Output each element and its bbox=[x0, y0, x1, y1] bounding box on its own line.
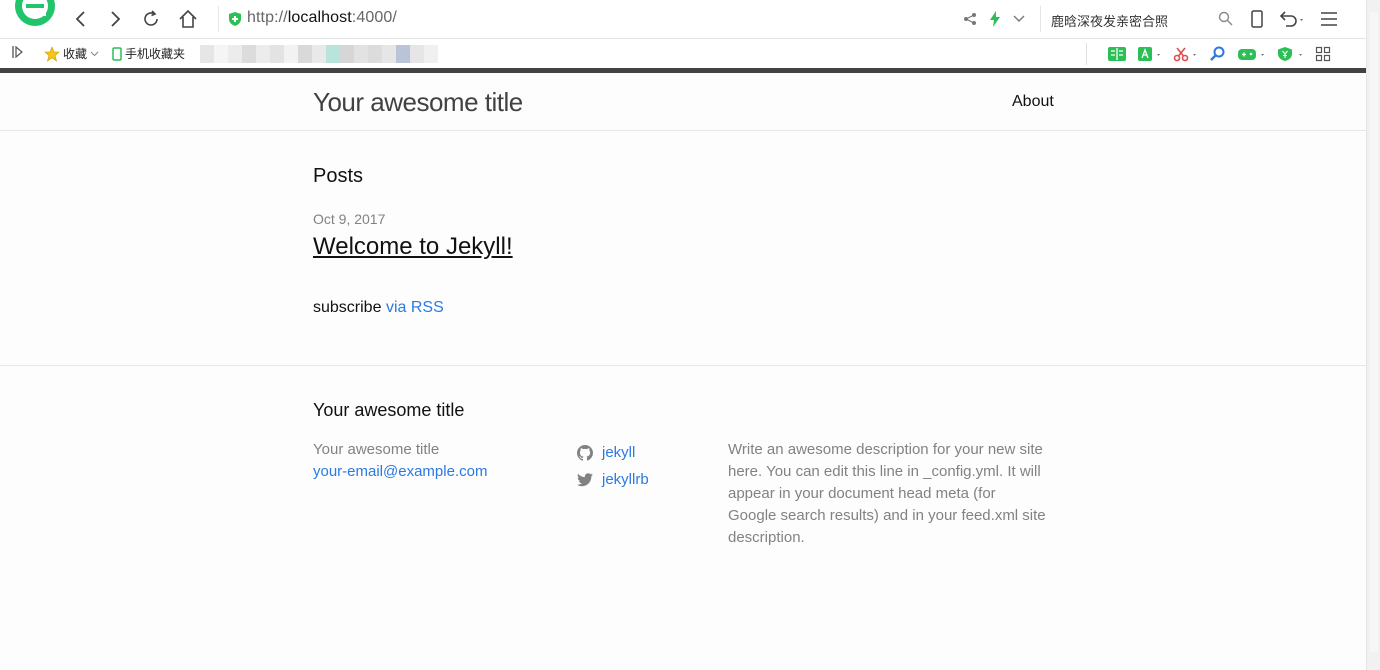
search-box[interactable]: 鹿晗深夜发亲密合照 bbox=[1040, 6, 1241, 32]
subscribe-text: subscribe bbox=[313, 299, 382, 316]
mobile-favorites-label: 手机收藏夹 bbox=[125, 47, 186, 61]
yuan-shield-icon[interactable] bbox=[1277, 46, 1305, 62]
book-icon[interactable] bbox=[1107, 46, 1127, 62]
footer-description: Write an awesome description for your ne… bbox=[728, 441, 1046, 546]
github-icon bbox=[577, 444, 593, 461]
footer-site-name: Your awesome title bbox=[313, 441, 440, 458]
star-icon bbox=[44, 45, 60, 62]
chevron-down-icon[interactable] bbox=[1013, 15, 1025, 23]
twitter-link[interactable]: jekyllrb bbox=[602, 471, 649, 488]
post-title-link[interactable]: Welcome to Jekyll! bbox=[313, 233, 513, 261]
footer-social: jekyll jekyllrb bbox=[577, 439, 649, 493]
toolbar-right bbox=[1250, 8, 1338, 30]
browser-toolbar: http://localhost:4000/ 鹿晗深夜发亲密合照 bbox=[0, 0, 1366, 39]
posts-heading: Posts bbox=[313, 165, 364, 187]
back-button[interactable] bbox=[70, 8, 92, 30]
address-bar[interactable]: http://localhost:4000/ bbox=[218, 6, 1031, 32]
extension-icons bbox=[1086, 43, 1331, 65]
twitter-row: jekyllrb bbox=[577, 466, 649, 493]
footer-heading: Your awesome title bbox=[313, 400, 465, 420]
share-icon[interactable] bbox=[963, 12, 977, 26]
search-icon[interactable] bbox=[1218, 11, 1233, 26]
github-row: jekyll bbox=[577, 439, 649, 466]
favorites-button[interactable]: 收藏 bbox=[44, 45, 99, 62]
url-host: localhost bbox=[287, 9, 352, 26]
home-icon bbox=[179, 9, 197, 28]
undo-icon[interactable] bbox=[1278, 10, 1306, 28]
post-date: Oct 9, 2017 bbox=[313, 211, 386, 227]
phone-icon bbox=[112, 46, 122, 61]
url-text: http://localhost:4000/ bbox=[247, 9, 397, 27]
home-button[interactable] bbox=[177, 8, 199, 30]
footer-contact: Your awesome title your-email@example.co… bbox=[313, 439, 487, 483]
mobile-favorites-button[interactable]: 手机收藏夹 bbox=[112, 45, 185, 62]
tablet-icon[interactable] bbox=[1250, 10, 1264, 28]
magnifier-icon[interactable] bbox=[1209, 46, 1227, 62]
url-scheme: http:// bbox=[247, 9, 288, 26]
forward-button[interactable] bbox=[104, 8, 126, 30]
menu-icon[interactable] bbox=[1320, 11, 1338, 27]
site-title-link[interactable]: Your awesome title bbox=[313, 87, 523, 118]
reload-button[interactable] bbox=[140, 8, 162, 30]
bookmarks-bar: 收藏 手机收藏夹 bbox=[0, 39, 1366, 68]
sidebar-toggle[interactable] bbox=[12, 45, 24, 62]
blurred-bookmarks bbox=[186, 45, 438, 63]
scissors-icon[interactable] bbox=[1173, 46, 1199, 62]
footer-email-link[interactable]: your-email@example.com bbox=[313, 463, 487, 480]
forward-icon bbox=[111, 11, 121, 27]
sidebar-toggle-icon bbox=[12, 45, 23, 59]
chevron-down-icon bbox=[90, 51, 99, 56]
footer-divider bbox=[0, 365, 1366, 366]
subscribe-line: subscribe via RSS bbox=[313, 299, 444, 317]
rss-link[interactable]: via RSS bbox=[386, 299, 444, 316]
favorites-label: 收藏 bbox=[63, 47, 88, 61]
browser-logo bbox=[15, 0, 55, 26]
translate-icon[interactable] bbox=[1137, 46, 1163, 62]
address-actions bbox=[963, 6, 1031, 32]
reload-icon bbox=[144, 10, 158, 26]
url-path: :4000/ bbox=[351, 9, 397, 26]
github-link[interactable]: jekyll bbox=[602, 444, 635, 461]
page-scrollbar[interactable] bbox=[1366, 0, 1380, 670]
gamepad-icon[interactable] bbox=[1237, 46, 1267, 62]
shield-icon bbox=[229, 12, 241, 26]
page-content: Your awesome title About Posts Oct 9, 20… bbox=[0, 73, 1366, 670]
scrollbar-thumb[interactable] bbox=[1370, 12, 1378, 652]
site-header: Your awesome title About bbox=[0, 73, 1366, 131]
apps-icon[interactable] bbox=[1315, 46, 1331, 62]
bolt-icon[interactable] bbox=[989, 11, 1001, 27]
twitter-icon bbox=[577, 472, 593, 486]
back-icon bbox=[75, 11, 85, 27]
nav-about-link[interactable]: About bbox=[1012, 93, 1054, 111]
search-text: 鹿晗深夜发亲密合照 bbox=[1051, 14, 1169, 29]
